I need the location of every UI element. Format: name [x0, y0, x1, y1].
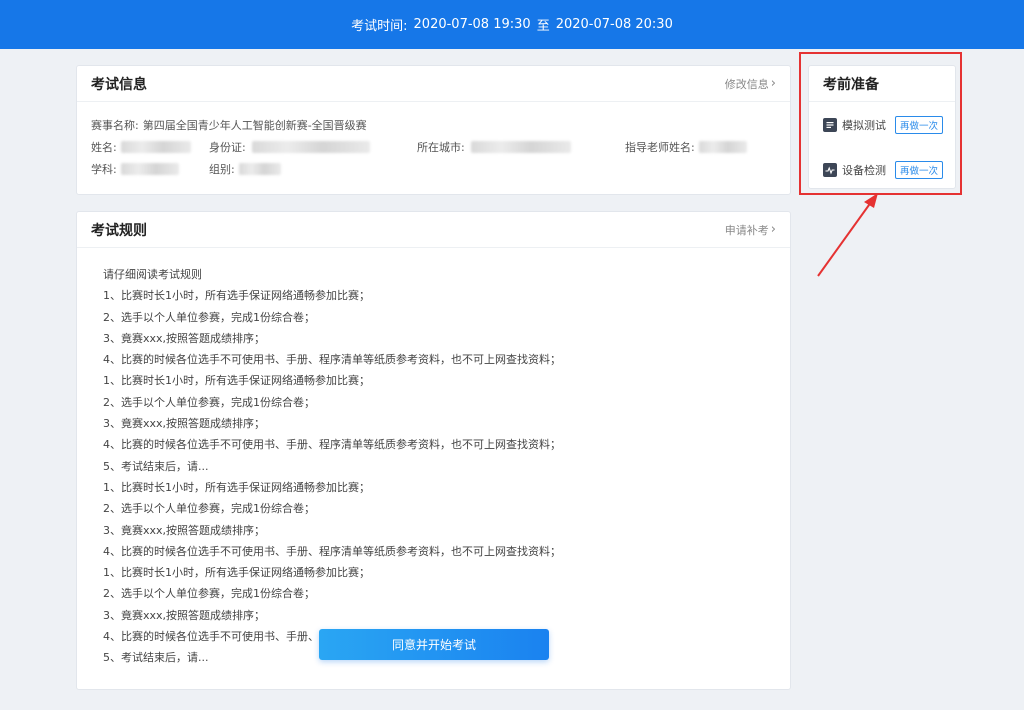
edit-info-link[interactable]: 修改信息 › — [725, 76, 776, 92]
mock-test-row: 模拟测试 再做一次 — [823, 114, 955, 136]
city-label: 所在城市: — [417, 141, 465, 154]
mock-test-label: 模拟测试 — [842, 119, 886, 132]
pre-exam-header: 考前准备 — [809, 66, 955, 102]
rule-line: 2、选手以个人单位参赛，完成1份综合卷； — [103, 395, 315, 409]
rule-line: 1、比赛时长1小时，所有选手保证网络通畅参加比赛； — [103, 289, 370, 303]
rule-line: 4、比赛的时候各位选手不可使用书、手册、程序清单等纸质参考资料，也不可上网查找资… — [103, 438, 561, 452]
exam-info-header: 考试信息 修改信息 › — [77, 66, 790, 102]
rule-line: 3、竟赛xxx,按照答题成绩排序； — [103, 331, 266, 345]
mock-test-redo-button[interactable]: 再做一次 — [895, 116, 943, 134]
device-check-row: 设备检测 再做一次 — [823, 159, 955, 181]
exam-info-body: 赛事名称: 第四届全国青少年人工智能创新赛-全国晋级赛 姓名: 身份证: 所在城… — [77, 102, 790, 180]
pre-exam-card: 考前准备 模拟测试 再做一次 设备检测 再做一次 — [808, 65, 956, 189]
rule-line: 3、竟赛xxx,按照答题成绩排序； — [103, 523, 266, 537]
exam-rules-list: 请仔细阅读考试规则 1、比赛时长1小时，所有选手保证网络通畅参加比赛； 2、选手以个… — [77, 248, 790, 669]
teacher-label: 指导老师姓名: — [625, 141, 695, 154]
exam-rules-title: 考试规则 — [91, 222, 147, 239]
pre-exam-body: 模拟测试 再做一次 设备检测 再做一次 — [809, 102, 955, 181]
edit-info-label: 修改信息 — [724, 77, 769, 91]
subject-redacted — [120, 163, 179, 175]
subject-field: 学科: — [91, 161, 209, 177]
exam-rules-card: 考试规则 申请补考 › 请仔细阅读考试规则 1、比赛时长1小时，所有选手保证网络通… — [76, 211, 791, 690]
rule-line: 1、比赛时长1小时，所有选手保证网络通畅参加比赛； — [103, 374, 370, 388]
id-field: 身份证: — [209, 139, 417, 155]
rule-line: 2、选手以个人单位参赛，完成1份综合卷； — [103, 502, 315, 516]
id-label: 身份证: — [209, 141, 246, 154]
document-list-icon — [823, 118, 837, 132]
chevron-right-icon: › — [770, 76, 776, 91]
event-label: 赛事名称: — [91, 119, 139, 132]
city-field: 所在城市: — [417, 139, 625, 155]
exam-start-time: 2020-07-08 19:30 — [413, 17, 531, 32]
subject-row: 学科: 组别: — [91, 158, 776, 180]
rule-line: 3、竟赛xxx,按照答题成绩排序； — [103, 417, 266, 431]
exam-info-title: 考试信息 — [91, 76, 147, 93]
exam-rules-header: 考试规则 申请补考 › — [77, 212, 790, 248]
rule-line: 5、考试结束后，请... — [103, 459, 209, 473]
annotation-arrow-icon — [817, 193, 878, 277]
personal-row: 姓名: 身份证: 所在城市: 指导老师姓名: — [91, 136, 776, 158]
rule-line: 1、比赛时长1小时，所有选手保证网络通畅参加比赛； — [103, 566, 370, 580]
device-check-label: 设备检测 — [842, 164, 886, 177]
pre-exam-title: 考前准备 — [823, 76, 879, 93]
exam-info-card: 考试信息 修改信息 › 赛事名称: 第四届全国青少年人工智能创新赛-全国晋级赛 … — [76, 65, 791, 195]
rule-line: 2、选手以个人单位参赛，完成1份综合卷； — [103, 310, 315, 324]
rule-line: 1、比赛时长1小时，所有选手保证网络通畅参加比赛； — [103, 480, 370, 494]
chevron-right-icon: › — [770, 222, 776, 237]
teacher-field: 指导老师姓名: — [625, 139, 747, 155]
id-redacted — [251, 141, 370, 153]
rule-line: 3、竟赛xxx,按照答题成绩排序； — [103, 608, 266, 622]
agree-start-exam-button[interactable]: 同意并开始考试 — [319, 629, 549, 660]
event-row: 赛事名称: 第四届全国青少年人工智能创新赛-全国晋级赛 — [91, 114, 776, 136]
event-value: 第四届全国青少年人工智能创新赛-全国晋级赛 — [142, 119, 367, 132]
name-redacted — [120, 141, 191, 153]
exam-end-time: 2020-07-08 20:30 — [555, 17, 673, 32]
group-field: 组别: — [209, 161, 281, 177]
exam-time-label: 考试时间: — [351, 19, 408, 34]
group-label: 组别: — [209, 163, 235, 176]
rule-line: 4、比赛的时候各位选手不可使用书、手册、程序清单等纸质参考资料，也不可上网查找资… — [103, 544, 561, 558]
rule-line: 2、选手以个人单位参赛，完成1份综合卷； — [103, 587, 315, 601]
subject-label: 学科: — [91, 163, 117, 176]
exam-time-separator: 至 — [536, 19, 550, 34]
exam-time-header: 考试时间: 2020-07-08 19:30 至 2020-07-08 20:3… — [0, 0, 1024, 49]
apply-makeup-label: 申请补考 — [724, 223, 769, 237]
name-label: 姓名: — [91, 141, 117, 154]
apply-makeup-link[interactable]: 申请补考 › — [725, 222, 776, 238]
city-redacted — [470, 141, 571, 153]
name-field: 姓名: — [91, 139, 209, 155]
pulse-icon — [823, 163, 837, 177]
device-check-redo-button[interactable]: 再做一次 — [895, 161, 943, 179]
rule-line: 4、比赛的时候各位选手不可使用书、手册、程序清单等纸质参考资料，也不可上网查找资… — [103, 353, 561, 367]
teacher-redacted — [698, 141, 747, 153]
rule-line: 请仔细阅读考试规则 — [103, 268, 202, 281]
group-redacted — [238, 163, 281, 175]
